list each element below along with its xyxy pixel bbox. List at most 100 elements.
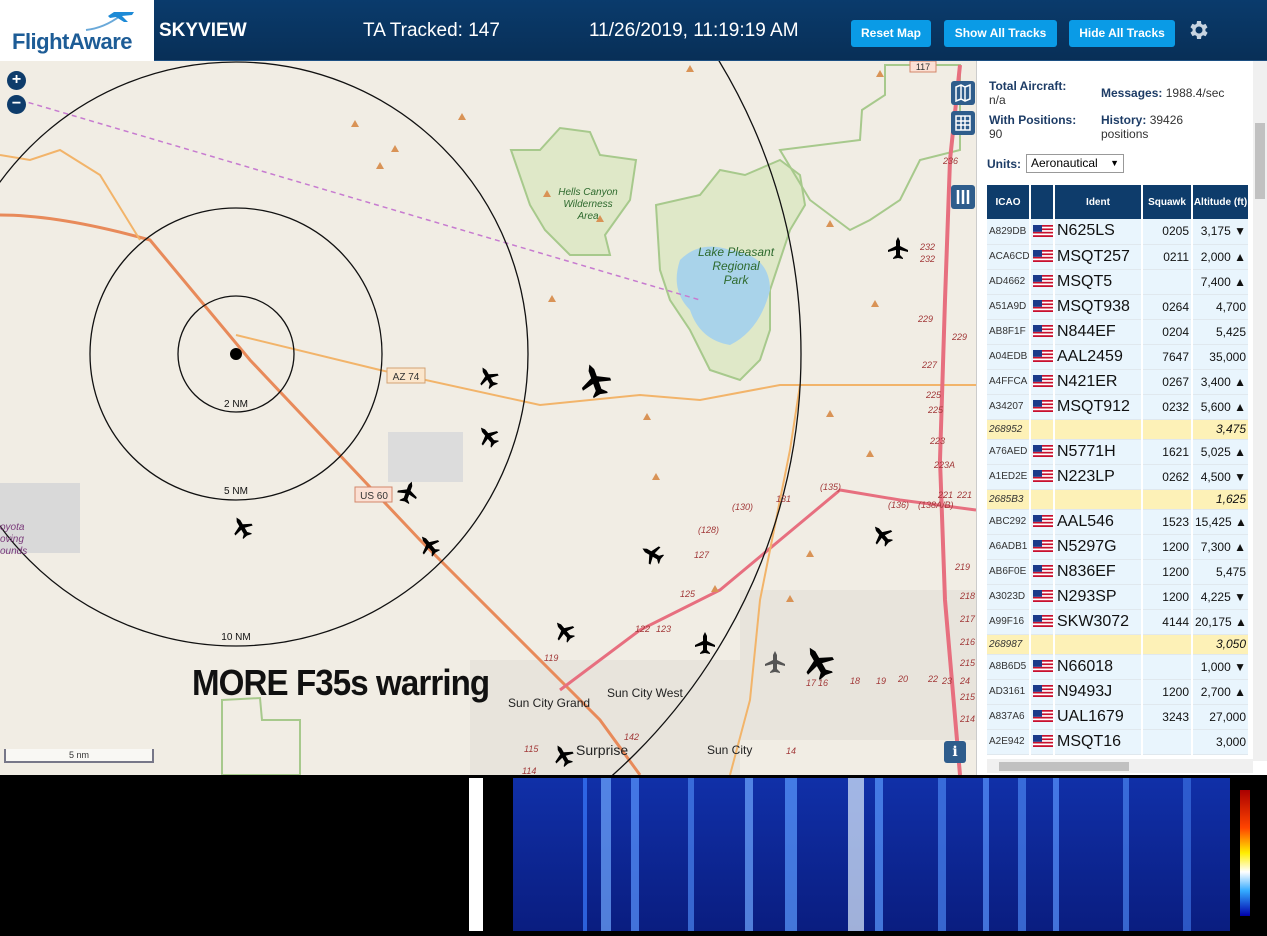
aircraft-row[interactable]: AB8F1F N844EF 0204 5,425 [987, 319, 1250, 345]
svg-text:214: 214 [959, 714, 975, 724]
surprise-label: Surprise [576, 742, 628, 758]
aircraft-row[interactable]: A04EDB AAL2459 7647 35,000 [987, 344, 1250, 370]
us-flag-icon [1033, 660, 1052, 673]
flag-cell [1030, 634, 1055, 655]
aircraft-icon[interactable] [888, 237, 908, 259]
svg-text:227: 227 [921, 360, 938, 370]
aircraft-row[interactable]: A2E942 MSQT16 3,000 [987, 729, 1250, 755]
aircraft-row[interactable]: AD4662 MSQT5 7,400 ▲ [987, 269, 1250, 295]
svg-text:217: 217 [959, 614, 976, 624]
svg-text:20: 20 [897, 674, 908, 684]
svg-text:236: 236 [942, 156, 958, 166]
aircraft-icon[interactable] [395, 478, 421, 506]
aircraft-row[interactable]: AB6F0E N836EF 1200 5,475 [987, 559, 1250, 585]
aircraft-row[interactable]: A51A9D MSQT938 0264 4,700 [987, 294, 1250, 320]
aircraft-row[interactable]: AD3161 N9493J 1200 2,700 ▲ [987, 679, 1250, 705]
columns-icon[interactable] [951, 185, 975, 209]
squawk-cell: 1200 [1142, 584, 1193, 610]
ident-cell: N9493J [1054, 679, 1143, 705]
aircraft-icon[interactable] [637, 540, 666, 568]
units-select[interactable]: Aeronautical ▼ [1026, 154, 1124, 173]
icao-cell: A829DB [987, 219, 1031, 245]
svg-text:218: 218 [959, 591, 975, 601]
aircraft-icon[interactable] [867, 520, 896, 550]
aircraft-row[interactable]: A34207 MSQT912 0232 5,600 ▲ [987, 394, 1250, 420]
col-altitude[interactable]: Altitude (ft) [1192, 185, 1250, 219]
aircraft-row[interactable]: A3023D N293SP 1200 4,225 ▼ [987, 584, 1250, 610]
us-flag-icon [1033, 275, 1052, 288]
icao-cell: A3023D [987, 584, 1031, 610]
flag-cell [1030, 394, 1055, 420]
icao-cell: A51A9D [987, 294, 1031, 320]
aircraft-row[interactable]: A4FFCA N421ER 0267 3,400 ▲ [987, 369, 1250, 395]
grid-icon[interactable] [951, 111, 975, 135]
altitude-cell: 5,425 [1192, 319, 1250, 345]
zoom-out-icon[interactable]: − [7, 95, 26, 114]
history-stat: History: 39426 positions [1101, 113, 1184, 141]
aircraft-row[interactable]: A6ADB1 N5297G 1200 7,300 ▲ [987, 534, 1250, 560]
ident-cell [1054, 634, 1143, 655]
horizontal-scroll-thumb[interactable] [999, 762, 1129, 771]
aircraft-row[interactable]: ABC292 AAL546 1523 15,425 ▲ [987, 509, 1250, 535]
col-ident[interactable]: Ident [1054, 185, 1143, 219]
col-icao[interactable]: ICAO [987, 185, 1031, 219]
reset-map-button[interactable]: Reset Map [851, 20, 931, 47]
r142-label: 142 [624, 732, 639, 742]
r125-label: 125 [680, 589, 696, 599]
aircraft-row[interactable]: A829DB N625LS 0205 3,175 ▼ [987, 219, 1250, 245]
aircraft-row[interactable]: A76AED N5771H 1621 5,025 ▲ [987, 439, 1250, 465]
aircraft-row[interactable]: 2685B3 1,625 [987, 489, 1250, 510]
col-squawk[interactable]: Squawk [1142, 185, 1193, 219]
us-flag-icon [1033, 565, 1052, 578]
zoom-in-icon[interactable]: + [7, 71, 26, 90]
svg-text:22: 22 [927, 674, 938, 684]
aircraft-row[interactable]: A1ED2E N223LP 0262 4,500 ▼ [987, 464, 1250, 490]
altitude-cell: 20,175 ▲ [1192, 609, 1250, 635]
altitude-cell: 1,625 [1192, 489, 1250, 510]
aircraft-row[interactable]: A99F16 SKW3072 4144 20,175 ▲ [987, 609, 1250, 635]
map-layer-icon[interactable] [951, 81, 975, 105]
road-nw [0, 148, 141, 241]
info-icon[interactable]: i [944, 741, 966, 763]
gear-icon[interactable] [1186, 18, 1210, 42]
altitude-cell: 15,425 ▲ [1192, 509, 1250, 535]
svg-text:232: 232 [919, 242, 935, 252]
altitude-cell: 1,000 ▼ [1192, 654, 1250, 680]
col-flag[interactable] [1030, 185, 1055, 219]
squawk-cell: 0264 [1142, 294, 1193, 320]
aircraft-row[interactable]: 268952 3,475 [987, 419, 1250, 440]
aircraft-icon[interactable] [473, 421, 502, 451]
aircraft-row[interactable]: A837A6 UAL1679 3243 27,000 [987, 704, 1250, 730]
aircraft-icon[interactable] [549, 616, 578, 646]
aircraft-icon[interactable] [228, 512, 256, 541]
aircraft-row[interactable]: A8B6D5 N66018 1,000 ▼ [987, 654, 1250, 680]
waterfall-band [601, 778, 611, 931]
waterfall-band [848, 778, 864, 931]
hide-all-tracks-button[interactable]: Hide All Tracks [1069, 20, 1175, 47]
show-all-tracks-button[interactable]: Show All Tracks [944, 20, 1057, 47]
aircraft-icon[interactable] [414, 530, 443, 560]
ident-cell: N293SP [1054, 584, 1143, 610]
icao-cell: A2E942 [987, 729, 1031, 755]
icao-cell: ABC292 [987, 509, 1031, 535]
waterfall-band [745, 778, 753, 931]
squawk-cell [1142, 269, 1193, 295]
vertical-scrollbar[interactable] [1253, 61, 1267, 761]
flightaware-logo[interactable]: FlightAware [0, 0, 154, 61]
map-view[interactable]: Hells Canyon Wilderness Area Lake Pleasa… [0, 61, 976, 775]
us-flag-icon [1033, 735, 1052, 748]
r122-label: 122 [635, 624, 650, 634]
aircraft-icon[interactable] [474, 362, 502, 391]
altitude-cell: 2,700 ▲ [1192, 679, 1250, 705]
lake-pleasant-label-1: Lake Pleasant [698, 245, 775, 259]
aircraft-row[interactable]: 268987 3,050 [987, 634, 1250, 655]
svg-text:221: 221 [937, 490, 953, 500]
aircraft-icon[interactable] [575, 359, 614, 400]
flag-cell [1030, 369, 1055, 395]
vertical-scroll-thumb[interactable] [1255, 123, 1265, 199]
horizontal-scrollbar[interactable] [987, 759, 1253, 773]
svg-text:17: 17 [806, 678, 817, 688]
aircraft-icon[interactable] [695, 632, 715, 654]
aircraft-row[interactable]: ACA6CD MSQT257 0211 2,000 ▲ [987, 244, 1250, 270]
ring-label-5nm: 5 NM [224, 486, 248, 497]
